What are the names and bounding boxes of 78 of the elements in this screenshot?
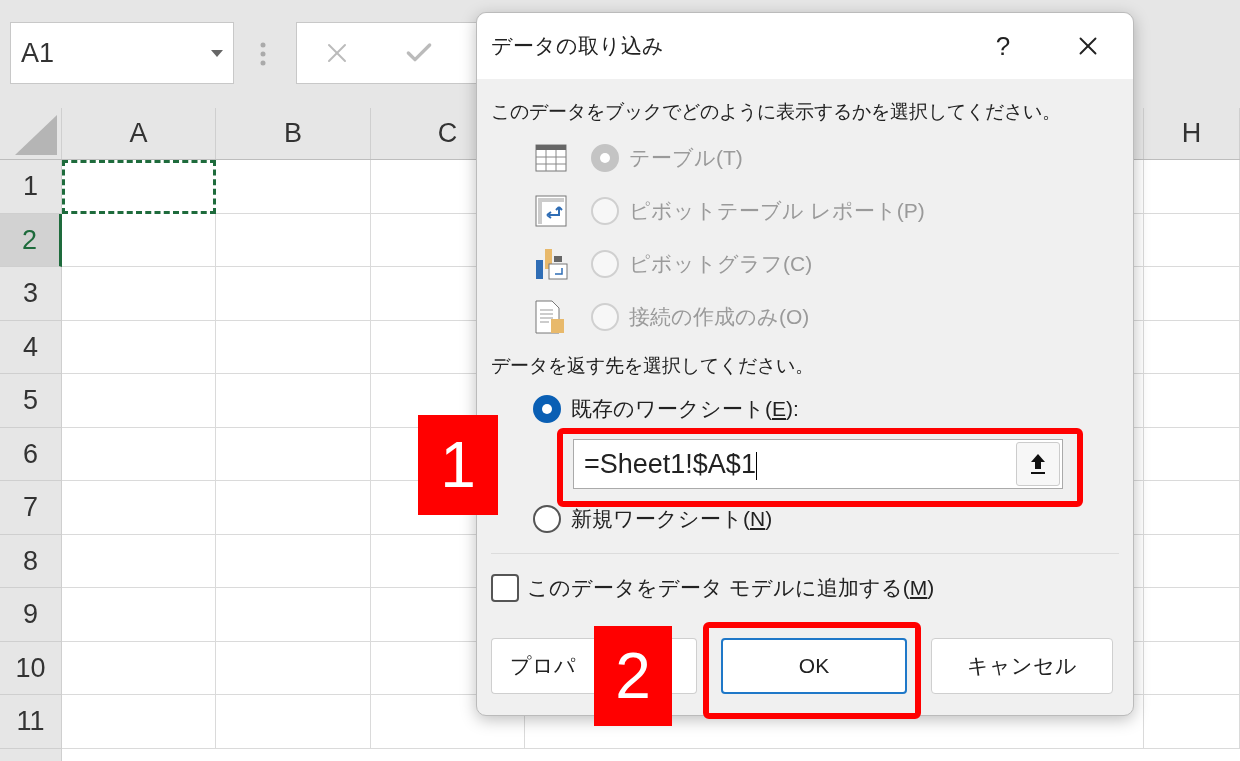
grid-cell[interactable] <box>216 213 371 267</box>
grid-cell[interactable] <box>1144 588 1240 642</box>
table-icon <box>535 143 567 172</box>
dialog-title: データの取り込み <box>491 33 665 60</box>
grid-cell[interactable] <box>62 534 216 588</box>
grid-cell[interactable] <box>1144 534 1240 588</box>
row-header[interactable]: 5 <box>0 374 62 428</box>
step-number-badge: 1 <box>418 415 498 515</box>
grid-cell[interactable] <box>216 534 371 588</box>
grid-cell[interactable] <box>216 695 371 749</box>
grid-cell[interactable] <box>216 267 371 321</box>
dialog-button[interactable]: OK <box>721 637 907 694</box>
grid-cell[interactable] <box>62 481 216 535</box>
button-edge[interactable] <box>671 637 697 694</box>
column-header[interactable]: B <box>216 108 371 159</box>
row-header[interactable]: 9 <box>0 588 62 642</box>
checkbox-label: このデータをデータ モデルに追加する(M) <box>527 575 935 601</box>
column-header[interactable]: H <box>1144 108 1240 159</box>
grid-cell[interactable] <box>62 641 216 695</box>
grid-cell[interactable] <box>216 641 371 695</box>
option-label: ピボットグラフ(C) <box>629 250 813 277</box>
grid-cell[interactable] <box>216 320 371 374</box>
grid-cell[interactable] <box>1144 374 1240 428</box>
grid-cell[interactable] <box>62 588 216 642</box>
column-header[interactable]: A <box>62 108 216 159</box>
checkbox[interactable] <box>491 573 519 602</box>
grid-cell[interactable] <box>62 695 216 749</box>
grid-cell[interactable] <box>1144 267 1240 321</box>
grid-cell[interactable] <box>1144 427 1240 481</box>
reference-value: =Sheet1!$A$1 <box>584 447 758 482</box>
grid-cell[interactable] <box>1144 213 1240 267</box>
help-button[interactable]: ? <box>983 26 1023 66</box>
row-header[interactable]: 10 <box>0 641 62 695</box>
option-label: ピボットテーブル レポート(P) <box>629 197 925 224</box>
radio-button[interactable] <box>533 505 561 533</box>
grid-cell[interactable] <box>62 427 216 481</box>
grid-cell[interactable] <box>1144 641 1240 695</box>
up-arrow-icon <box>1030 453 1046 475</box>
reference-field[interactable]: =Sheet1!$A$1 <box>573 439 1063 489</box>
radio-button[interactable] <box>533 395 561 423</box>
destination-label: 新規ワークシート(N) <box>571 506 773 533</box>
row-header[interactable]: 6 <box>0 427 62 481</box>
row-header[interactable]: 1 <box>0 160 62 214</box>
grid-cell[interactable] <box>216 160 371 214</box>
grid-cell[interactable] <box>216 588 371 642</box>
dropdown-caret-icon[interactable] <box>211 49 223 57</box>
grid-cell[interactable] <box>62 213 216 267</box>
option-label: 接続の作成のみ(O) <box>629 303 810 330</box>
row-header[interactable]: 2 <box>0 213 62 267</box>
dialog-button[interactable]: キャンセル <box>931 637 1113 694</box>
copied-cell[interactable] <box>62 160 216 214</box>
grid-cell[interactable] <box>1144 481 1240 535</box>
pivot-table-icon <box>535 194 567 227</box>
dialog-button[interactable]: プロパ <box>491 637 594 694</box>
pivot-chart-icon <box>535 247 569 280</box>
row-header[interactable]: 8 <box>0 534 62 588</box>
grid-cell[interactable] <box>1144 695 1240 749</box>
document-icon <box>535 299 565 334</box>
destination-prompt: データを返す先を選択してください。 <box>491 354 814 378</box>
grid-cell[interactable] <box>62 267 216 321</box>
grid-cell[interactable] <box>62 374 216 428</box>
grid-cell[interactable] <box>216 427 371 481</box>
row-header[interactable]: 3 <box>0 267 62 321</box>
grid-cell[interactable] <box>1144 320 1240 374</box>
grid-cell[interactable] <box>62 320 216 374</box>
step-number-badge: 2 <box>594 626 672 726</box>
grid-cell[interactable] <box>1144 160 1240 214</box>
grid-cell[interactable] <box>216 374 371 428</box>
collapse-button[interactable] <box>1016 442 1060 486</box>
row-header[interactable]: 7 <box>0 481 62 535</box>
row-header[interactable]: 11 <box>0 695 62 749</box>
destination-label: 既存のワークシート(E): <box>571 396 799 423</box>
name-box[interactable]: A1 <box>10 22 234 84</box>
grid-cell[interactable] <box>216 481 371 535</box>
option-label: テーブル(T) <box>629 144 743 171</box>
name-box-value: A1 <box>21 36 55 70</box>
vertical-dots-icon <box>260 42 266 66</box>
row-header[interactable]: 4 <box>0 320 62 374</box>
